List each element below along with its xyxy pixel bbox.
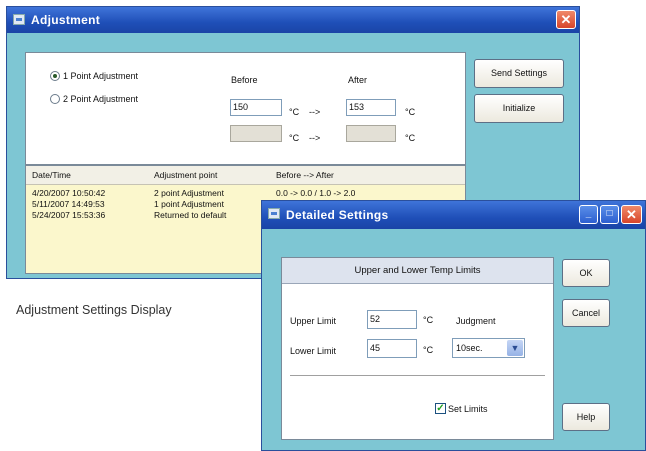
close-button[interactable]: ✕: [621, 205, 642, 224]
unit-label: °C: [423, 315, 434, 325]
adjustment-titlebar[interactable]: Adjustment ✕: [7, 7, 579, 33]
radio-2-point-label: 2 Point Adjustment: [63, 94, 139, 104]
detailed-settings-window: Detailed Settings _ □ ✕ Upper and Lower …: [261, 200, 646, 451]
unit-label: °C: [289, 133, 300, 143]
window-app-icon: [268, 208, 280, 219]
maximize-button[interactable]: □: [600, 205, 619, 224]
initialize-button[interactable]: Initialize: [474, 94, 564, 123]
radio-unselected-icon: [50, 94, 60, 104]
cell-datetime: 4/20/2007 10:50:42: [32, 188, 106, 198]
cell-before-after: 0.0 -> 0.0 / 1.0 -> 2.0: [276, 188, 356, 198]
send-settings-button[interactable]: Send Settings: [474, 59, 564, 88]
adjustment-settings-panel: 1 Point Adjustment 2 Point Adjustment Be…: [25, 52, 466, 165]
before-value-field-1[interactable]: 150: [230, 99, 282, 116]
unit-label: °C: [405, 133, 416, 143]
cell-datetime: 5/24/2007 15:53:36: [32, 210, 106, 220]
minimize-icon: _: [585, 208, 592, 219]
radio-selected-icon: [50, 71, 60, 81]
radio-2-point[interactable]: 2 Point Adjustment: [50, 94, 138, 104]
judgment-value: 10sec.: [456, 343, 483, 353]
lower-limit-label: Lower Limit: [290, 346, 337, 356]
cell-adjustment-point: 2 point Adjustment: [154, 188, 224, 198]
arrow-label: -->: [309, 107, 321, 117]
close-button[interactable]: ✕: [556, 10, 576, 29]
cancel-button[interactable]: Cancel: [562, 299, 610, 327]
close-icon: ✕: [560, 12, 572, 27]
lower-limit-field[interactable]: 45: [367, 339, 417, 358]
after-value-field-1[interactable]: 153: [346, 99, 396, 116]
maximize-icon: □: [606, 208, 613, 219]
ok-button[interactable]: OK: [562, 259, 610, 287]
window-app-icon: [13, 14, 25, 25]
set-limits-checkbox[interactable]: ✓: [435, 403, 446, 414]
unit-label: °C: [405, 107, 416, 117]
help-button[interactable]: Help: [562, 403, 610, 431]
window-title: Adjustment: [31, 13, 100, 27]
window-title: Detailed Settings: [286, 208, 389, 222]
unit-label: °C: [289, 107, 300, 117]
cell-adjustment-point: 1 point Adjustment: [154, 199, 224, 209]
before-value-field-2[interactable]: [230, 125, 282, 142]
column-header-before-after[interactable]: Before --> After: [276, 170, 334, 180]
divider: [290, 375, 545, 376]
before-label: Before: [231, 75, 258, 85]
column-header-datetime[interactable]: Date/Time: [32, 170, 71, 180]
section-title: Upper and Lower Temp Limits: [282, 258, 553, 284]
cell-datetime: 5/11/2007 14:49:53: [32, 199, 105, 209]
column-header-adjustment-point[interactable]: Adjustment point: [154, 170, 217, 180]
upper-limit-label: Upper Limit: [290, 316, 337, 326]
after-label: After: [348, 75, 368, 85]
close-icon: ✕: [626, 207, 637, 222]
set-limits-label: Set Limits: [448, 404, 488, 414]
temp-limits-group: Upper and Lower Temp Limits Upper Limit …: [281, 257, 554, 440]
radio-1-point[interactable]: 1 Point Adjustment: [50, 71, 138, 81]
after-value-field-2[interactable]: [346, 125, 396, 142]
table-header: Date/Time Adjustment point Before --> Af…: [26, 166, 465, 185]
unit-label: °C: [423, 345, 434, 355]
judgment-label: Judgment: [456, 316, 496, 326]
checkmark-icon: ✓: [436, 403, 445, 414]
detailed-settings-titlebar[interactable]: Detailed Settings _ □ ✕: [262, 201, 645, 229]
figure-caption: Adjustment Settings Display: [16, 303, 172, 317]
arrow-label: -->: [309, 133, 321, 143]
upper-limit-field[interactable]: 52: [367, 310, 417, 329]
cell-adjustment-point: Returned to default: [154, 210, 227, 220]
minimize-button[interactable]: _: [579, 205, 598, 224]
chevron-down-icon[interactable]: ▼: [507, 340, 523, 356]
radio-1-point-label: 1 Point Adjustment: [63, 71, 139, 81]
judgment-dropdown[interactable]: 10sec. ▼: [452, 338, 525, 358]
